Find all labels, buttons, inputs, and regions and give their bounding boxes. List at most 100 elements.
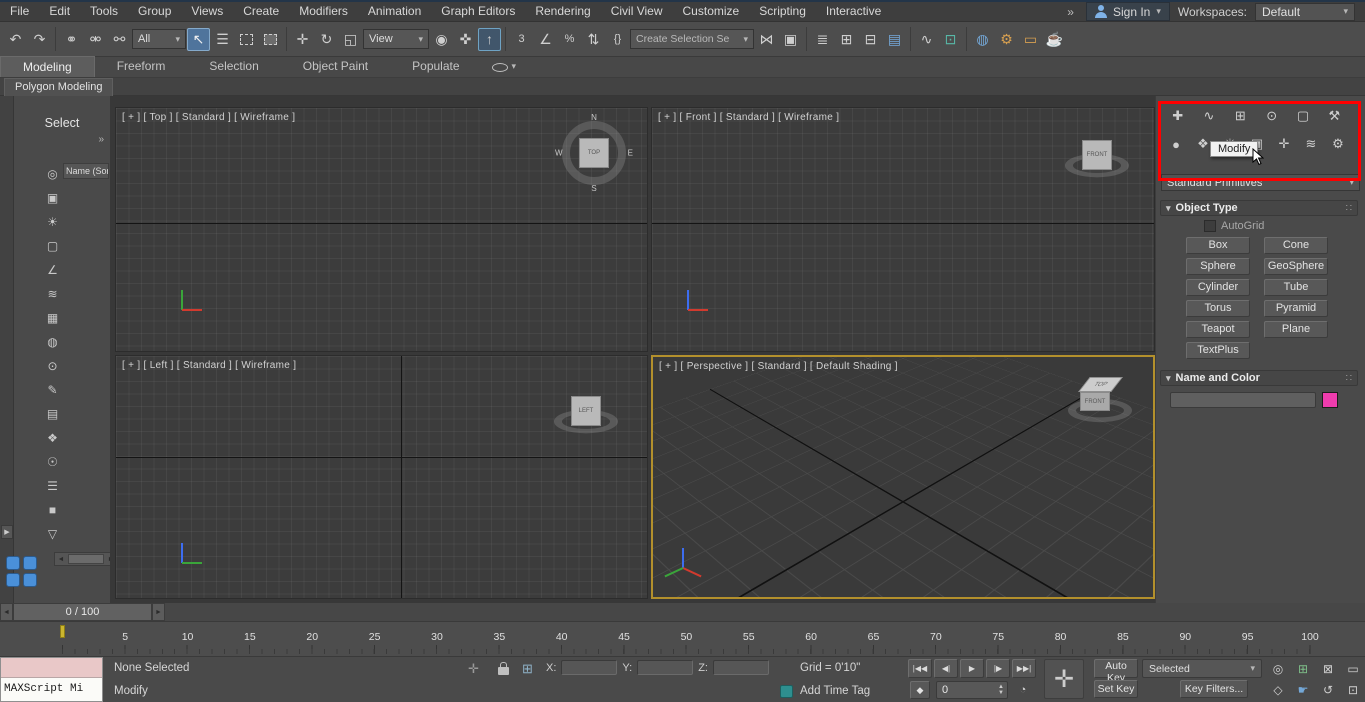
rollout-grip-icon[interactable]: ∷ — [1346, 373, 1352, 384]
workspace-grid-icon[interactable] — [6, 556, 38, 588]
workspaces-dropdown[interactable]: Default ▾ — [1255, 3, 1355, 21]
curve-editor-icon[interactable]: ∿ — [915, 28, 938, 51]
autogrid-checkbox[interactable] — [1204, 220, 1216, 232]
viewport-top-label[interactable]: [ + ] [ Top ] [ Standard ] [ Wireframe ] — [122, 112, 295, 123]
key-mode-toggle-icon[interactable]: ◆ — [910, 681, 930, 699]
pyramid-button[interactable]: Pyramid — [1264, 300, 1328, 317]
viewport-front[interactable]: [ + ] [ Front ] [ Standard ] [ Wireframe… — [651, 107, 1155, 352]
modify-tab-icon[interactable]: ∿ — [1199, 106, 1219, 126]
select-object-icon[interactable]: ↖ — [187, 28, 210, 51]
select-by-name-icon[interactable]: ☰ — [211, 28, 234, 51]
auto-key-button[interactable]: Auto Key — [1094, 659, 1138, 678]
time-slider-handle[interactable]: 0 / 100 — [13, 603, 152, 621]
render-production-icon[interactable]: ☕ — [1043, 28, 1066, 51]
rectangular-selection-region-icon[interactable] — [235, 28, 258, 51]
hierarchy-tab-icon[interactable]: ⊞ — [1230, 106, 1250, 126]
render-setup-icon[interactable]: ⚙ — [995, 28, 1018, 51]
zoom-icon[interactable]: ◎ — [1266, 659, 1290, 679]
select-and-scale-icon[interactable]: ◱ — [339, 28, 362, 51]
set-key-button[interactable]: Set Key — [1094, 680, 1138, 698]
zoom-region-icon[interactable]: ▭ — [1341, 659, 1365, 679]
toggle-layer-explorer-icon[interactable]: ⊟ — [859, 28, 882, 51]
panel-scrollbar[interactable]: ◄ ► — [54, 552, 118, 566]
toggle-scene-explorer-icon[interactable]: ⊞ — [835, 28, 858, 51]
material-editor-icon[interactable]: ◍ — [971, 28, 994, 51]
sphere-icon[interactable]: ◍ — [44, 333, 61, 350]
plane-button[interactable]: Plane — [1264, 321, 1328, 338]
menu-item[interactable]: Interactive — [816, 2, 891, 21]
mirror-icon[interactable]: ⋈ — [755, 28, 778, 51]
sphere-button[interactable]: Sphere — [1186, 258, 1250, 275]
display-tab-icon[interactable]: ▢ — [1293, 106, 1313, 126]
y-coordinate-field[interactable] — [637, 660, 693, 675]
macro-recorder-row[interactable] — [1, 658, 102, 678]
frame-spinner[interactable]: ▲ ▼ — [995, 684, 1007, 696]
viewport-left[interactable]: [ + ] [ Left ] [ Standard ] [ Wireframe … — [115, 355, 648, 599]
rollout-grip-icon[interactable]: ∷ — [1346, 203, 1352, 214]
align-icon[interactable]: ▣ — [779, 28, 802, 51]
x-coordinate-field[interactable] — [561, 660, 617, 675]
tab-selection[interactable]: Selection — [187, 56, 280, 77]
previous-frame-button[interactable]: ◄ — [0, 603, 13, 621]
light-icon[interactable]: ☀ — [44, 213, 61, 230]
menu-item[interactable]: Views — [181, 2, 233, 21]
z-coordinate-field[interactable] — [713, 660, 769, 675]
viewport-perspective[interactable]: [ + ] [ Perspective ] [ Standard ] [ Def… — [651, 355, 1155, 599]
spinner-down-icon[interactable]: ▼ — [995, 690, 1007, 696]
select-and-manipulate-icon[interactable]: ✜ — [454, 28, 477, 51]
pivot-icon[interactable]: ⊙ — [44, 357, 61, 374]
panel-flyout-button[interactable]: ▶ — [1, 525, 13, 539]
track-bar[interactable]: 5101520253035404550556065707580859095100 — [0, 622, 1365, 657]
menu-item[interactable]: Civil View — [601, 2, 673, 21]
rendered-frame-window-icon[interactable]: ▭ — [1019, 28, 1042, 51]
create-tab-icon[interactable]: ✚ — [1168, 106, 1188, 126]
helpers-category-icon[interactable]: ✛ — [1274, 134, 1294, 154]
pen-icon[interactable]: ✎ — [44, 381, 61, 398]
menu-item[interactable]: Customize — [673, 2, 750, 21]
select-region-icon[interactable]: ◎ — [44, 165, 61, 182]
viewcube-face[interactable]: LEFT — [571, 396, 601, 426]
next-frame-button[interactable]: ► — [152, 603, 165, 621]
menu-item[interactable]: File — [0, 2, 39, 21]
grid-icon[interactable]: ▦ — [44, 309, 61, 326]
list-icon[interactable]: ☰ — [44, 477, 61, 494]
transform-gizmo-icon[interactable]: ✛ — [468, 661, 479, 677]
viewcube-face[interactable]: TOP — [579, 138, 609, 168]
frame-icon[interactable]: ▢ — [44, 237, 61, 254]
key-mode-dropdown[interactable]: Selected ▾ — [1142, 659, 1262, 678]
select-and-link-icon[interactable]: ⚭ — [60, 28, 83, 51]
reference-coordinate-dropdown[interactable]: View▾ — [363, 29, 429, 49]
toolbar-overflow-icon[interactable]: » — [1063, 5, 1078, 19]
menu-item[interactable]: Edit — [39, 2, 80, 21]
visibility-icon[interactable]: ☉ — [44, 453, 61, 470]
sign-in-button[interactable]: Sign In ▾ — [1086, 2, 1170, 21]
selection-filter-dropdown[interactable]: All▾ — [132, 29, 186, 49]
menu-item[interactable]: Modifiers — [289, 2, 358, 21]
viewcube[interactable]: TOP FRONT — [1063, 361, 1137, 435]
systems-category-icon[interactable]: ⚙ — [1328, 134, 1348, 154]
named-selection-set-dropdown[interactable]: Create Selection Se ▾ — [630, 29, 754, 49]
viewport-top[interactable]: [ + ] [ Top ] [ Standard ] [ Wireframe ]… — [115, 107, 648, 352]
utilities-tab-icon[interactable]: ⚒ — [1324, 106, 1344, 126]
schematic-view-icon[interactable]: ⊡ — [939, 28, 962, 51]
textplus-button[interactable]: TextPlus — [1186, 342, 1250, 359]
viewcube-face[interactable]: FRONT — [1082, 140, 1112, 170]
zoom-extents-icon[interactable]: ⊠ — [1316, 659, 1340, 679]
next-frame-button[interactable]: |▶ — [986, 659, 1010, 678]
viewport-front-label[interactable]: [ + ] [ Front ] [ Standard ] [ Wireframe… — [658, 112, 839, 123]
select-and-move-icon[interactable]: ✛ — [291, 28, 314, 51]
viewport-left-label[interactable]: [ + ] [ Left ] [ Standard ] [ Wireframe … — [122, 360, 296, 371]
window-crossing-icon[interactable] — [259, 28, 282, 51]
panel-icon[interactable]: ▤ — [44, 405, 61, 422]
scroll-left-icon[interactable]: ◄ — [55, 556, 67, 563]
panel-expand-icon[interactable]: » — [98, 134, 104, 145]
selection-lock-icon[interactable] — [498, 667, 509, 675]
unlink-selection-icon[interactable]: ⚮ — [84, 28, 107, 51]
clone-icon[interactable]: ▣ — [44, 189, 61, 206]
filter-icon[interactable]: ▽ — [44, 525, 61, 542]
menu-item[interactable]: Group — [128, 2, 181, 21]
cone-button[interactable]: Cone — [1264, 237, 1328, 254]
layer-manager-icon[interactable]: ≣ — [811, 28, 834, 51]
viewcube-front-face[interactable]: FRONT — [1080, 392, 1110, 411]
tab-populate[interactable]: Populate — [390, 56, 481, 77]
